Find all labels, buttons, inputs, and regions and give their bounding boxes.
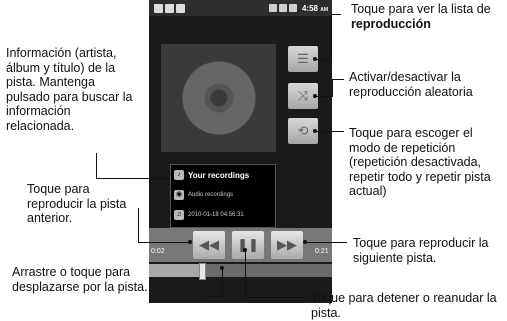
previous-icon: ◀◀ <box>199 237 219 252</box>
pause-leader <box>245 297 308 298</box>
next-button[interactable]: ▶▶ <box>271 231 303 259</box>
track-info-panel[interactable]: ♪ Your recordings ◉ Audio recordings ♫ 2… <box>170 164 276 228</box>
shuffle-leader <box>332 79 333 97</box>
signal-icon <box>278 4 287 12</box>
album-row: ◉ Audio recordings <box>171 185 275 205</box>
previous-leader <box>138 208 139 243</box>
notification-icon <box>154 3 163 13</box>
previous-button[interactable]: ◀◀ <box>193 231 225 259</box>
shuffle-leader <box>332 79 344 80</box>
song-name: 2010-01-18 04:56:31 <box>188 212 244 218</box>
album-art <box>161 44 276 152</box>
elapsed-time: 0:02 <box>151 248 165 255</box>
seek-bar-thumb[interactable] <box>199 263 207 280</box>
headset-icon <box>268 4 277 12</box>
seek-annotation: Arrastre o toque para desplazarse por la… <box>12 265 148 294</box>
album-icon: ◉ <box>174 190 184 200</box>
repeat-annotation: Toque para escoger el modo de repetición… <box>349 126 491 198</box>
track-title-row: ♪ Your recordings <box>171 165 275 185</box>
seek-leader-dot <box>220 266 224 270</box>
repeat-leader-dot <box>313 129 317 133</box>
notification-icon <box>165 3 174 13</box>
shuffle-annotation: Activar/desactivar la reproducción aleat… <box>349 70 473 99</box>
notification-icon <box>176 3 185 13</box>
status-time: 4:58 AM <box>301 3 328 13</box>
playlist-leader <box>331 14 341 15</box>
song-icon: ♫ <box>174 210 184 220</box>
total-time: 0:21 <box>315 248 329 255</box>
shuffle-leader <box>316 96 332 97</box>
artist-icon: ♪ <box>174 170 184 180</box>
previous-leader-dot <box>188 240 192 244</box>
battery-icon <box>288 4 297 12</box>
playlist-leader <box>331 14 332 59</box>
song-row: ♫ 2010-01-18 04:56:31 <box>171 205 275 225</box>
pause-leader <box>245 250 246 298</box>
track-title: Your recordings <box>188 170 250 180</box>
next-icon: ▶▶ <box>277 237 297 252</box>
shuffle-icon: ⤨ <box>297 88 309 103</box>
next-leader-dot <box>303 240 307 244</box>
shuffle-leader-dot <box>313 94 317 98</box>
pause-leader-dot <box>243 248 247 252</box>
seek-leader <box>205 296 223 297</box>
playback-controls: 0:02 ◀◀ ❚❚ ▶▶ 0:21 <box>149 228 332 262</box>
repeat-leader <box>316 131 344 132</box>
playlist-icon: ☰ <box>297 51 309 66</box>
seek-leader <box>222 268 223 296</box>
repeat-icon: ⟲ <box>297 123 309 138</box>
next-annotation: Toque para reproducir la siguiente pista… <box>353 236 489 265</box>
album-name: Audio recordings <box>188 192 234 198</box>
music-player-screen: 4:58 AM ☰ ⤨ ⟲ ♪ Your recordings ◉ Audio … <box>149 0 332 303</box>
status-bar: 4:58 AM <box>149 0 332 16</box>
pause-button[interactable]: ❚❚ <box>232 231 264 259</box>
previous-annotation: Toque para reproducir la pista anterior. <box>27 182 127 225</box>
previous-leader <box>138 242 190 243</box>
playlist-leader <box>316 59 332 60</box>
disc-icon <box>181 61 256 135</box>
pause-icon: ❚❚ <box>237 237 259 252</box>
playlist-annotation: Toque para ver la lista de reproducción <box>351 2 491 31</box>
pause-annotation: Toque para detener o reanudar la pista. <box>311 291 497 320</box>
info-leader <box>96 178 170 179</box>
info-leader <box>96 153 97 179</box>
next-leader <box>305 242 347 243</box>
info-annotation: Información (artista, álbum y título) de… <box>6 46 133 133</box>
